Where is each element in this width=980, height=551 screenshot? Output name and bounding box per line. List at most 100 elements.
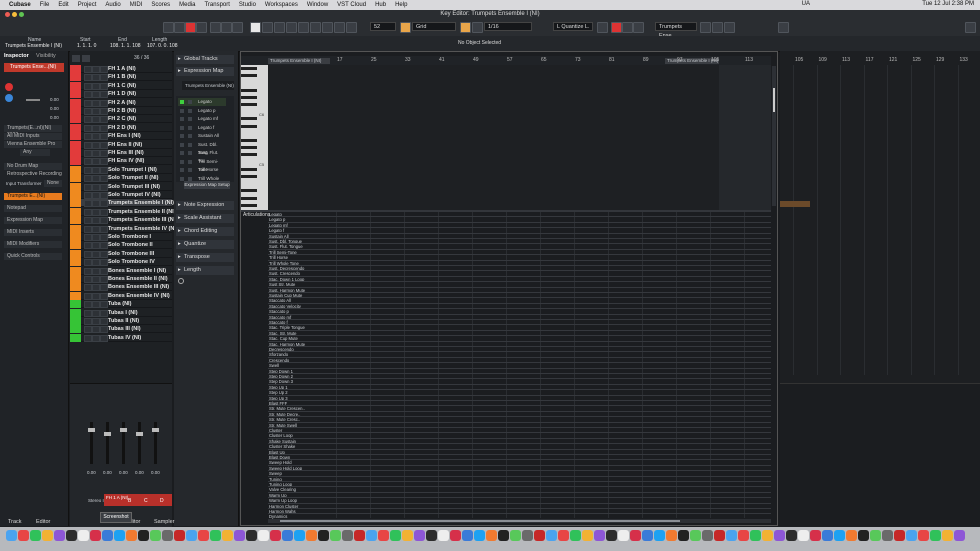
track-row[interactable]: Tubas IV (NI) bbox=[70, 333, 172, 342]
solo-button[interactable] bbox=[92, 192, 100, 199]
dock-app-icon[interactable] bbox=[210, 530, 221, 541]
read-automation-button[interactable] bbox=[100, 318, 108, 325]
articulation-lanes[interactable]: Legato Legato p Legato mf Legato f Sustain A… bbox=[268, 212, 771, 520]
track-row[interactable]: FH 2 D (NI) bbox=[70, 123, 172, 132]
dock-app-icon[interactable] bbox=[894, 530, 905, 541]
dock-app-icon[interactable] bbox=[630, 530, 641, 541]
black-key[interactable] bbox=[241, 196, 257, 200]
dock-app-icon[interactable] bbox=[510, 530, 521, 541]
dock-app-icon[interactable] bbox=[834, 530, 845, 541]
mute-button[interactable] bbox=[84, 250, 92, 258]
mute-button[interactable] bbox=[84, 150, 92, 157]
mute-button[interactable] bbox=[84, 284, 92, 292]
track-row[interactable]: Tubas III (NI) bbox=[70, 325, 172, 334]
dock-app-icon[interactable] bbox=[534, 530, 545, 541]
channel-select[interactable]: Any bbox=[20, 149, 50, 156]
inspector-section-midi-inserts[interactable]: MIDI Inserts bbox=[4, 229, 62, 236]
piano-keyboard[interactable] bbox=[241, 65, 268, 210]
dock-app-icon[interactable] bbox=[846, 530, 857, 541]
input-routing[interactable]: All MIDI Inputs bbox=[4, 133, 62, 140]
articulation-solo-icon[interactable] bbox=[188, 176, 192, 181]
glue-tool[interactable] bbox=[310, 22, 321, 33]
dock-app-icon[interactable] bbox=[930, 530, 941, 541]
mute-button[interactable] bbox=[84, 225, 92, 233]
solo-button[interactable] bbox=[92, 150, 100, 157]
track-row[interactable]: Trumpets Ensemble IV (NI) bbox=[70, 224, 178, 233]
dock-app-icon[interactable] bbox=[114, 530, 125, 541]
track-row[interactable]: FH 1 A (NI) bbox=[70, 65, 172, 73]
tab-sampler[interactable]: Sampler bbox=[154, 518, 174, 526]
read-automation-button[interactable] bbox=[100, 166, 108, 174]
solo-button[interactable] bbox=[92, 166, 100, 174]
articulation-item[interactable]: Trill Semi-Tone bbox=[178, 158, 226, 172]
dock-app-icon[interactable] bbox=[450, 530, 461, 541]
rewind-button[interactable] bbox=[174, 22, 185, 33]
solo-button[interactable] bbox=[92, 208, 100, 216]
dock-app-icon[interactable] bbox=[282, 530, 293, 541]
expression-map-select[interactable]: Trumpets Ensemble (NI) bbox=[182, 81, 234, 90]
track-select[interactable]: Trumpets Ense.. bbox=[655, 22, 697, 39]
dock-app-icon[interactable] bbox=[798, 530, 809, 541]
read-automation-button[interactable] bbox=[100, 91, 108, 99]
fader-cap[interactable] bbox=[120, 428, 127, 432]
mute-button[interactable] bbox=[84, 116, 92, 124]
solo-button[interactable] bbox=[92, 91, 100, 99]
grid-type-select[interactable]: Grid bbox=[412, 22, 456, 31]
track-row[interactable]: Solo Trombone I bbox=[70, 233, 172, 241]
track-row[interactable]: FH 2 A (NI) bbox=[70, 98, 172, 107]
dock-app-icon[interactable] bbox=[30, 530, 41, 541]
articulation-item[interactable]: Trill Horse bbox=[178, 166, 226, 174]
quantize-preset-icon[interactable] bbox=[472, 22, 483, 33]
dock-app-icon[interactable] bbox=[858, 530, 869, 541]
trim-tool[interactable] bbox=[286, 22, 297, 33]
solo-button[interactable] bbox=[92, 250, 100, 258]
read-automation-button[interactable] bbox=[100, 208, 108, 216]
read-automation-button[interactable] bbox=[100, 183, 108, 191]
track-row[interactable]: FH 2 B (NI) bbox=[70, 107, 172, 115]
read-automation-button[interactable] bbox=[100, 74, 108, 82]
dock-app-icon[interactable] bbox=[810, 530, 821, 541]
articulation-active-icon[interactable] bbox=[180, 100, 184, 104]
solo-button[interactable] bbox=[92, 309, 100, 317]
track-row[interactable]: FH Ens I (NI) bbox=[70, 132, 172, 141]
solo-button[interactable] bbox=[92, 158, 100, 166]
fader-cap[interactable] bbox=[152, 428, 159, 432]
solo-button[interactable] bbox=[92, 318, 100, 325]
read-automation-button[interactable] bbox=[100, 250, 108, 258]
dock-app-icon[interactable] bbox=[954, 530, 965, 541]
section-quantize[interactable]: Quantize bbox=[176, 240, 234, 249]
read-automation-button[interactable] bbox=[100, 108, 108, 115]
mute-button[interactable] bbox=[84, 267, 92, 275]
solo-button[interactable] bbox=[92, 234, 100, 241]
close-window-icon[interactable] bbox=[5, 12, 10, 17]
dock-app-icon[interactable] bbox=[750, 530, 761, 541]
section-global-tracks[interactable]: Global Tracks bbox=[176, 55, 234, 64]
articulation-solo-icon[interactable] bbox=[188, 108, 192, 113]
vertical-scroll-thumb[interactable] bbox=[773, 88, 775, 112]
read-automation-button[interactable] bbox=[100, 150, 108, 157]
mute-button[interactable] bbox=[84, 326, 92, 334]
dock-app-icon[interactable] bbox=[714, 530, 725, 541]
mute-button[interactable] bbox=[84, 141, 92, 149]
track-row[interactable]: FH Ens III (NI) bbox=[70, 149, 172, 157]
articulation-solo-icon[interactable] bbox=[188, 159, 192, 164]
split-tool[interactable] bbox=[298, 22, 309, 33]
read-automation-button[interactable] bbox=[100, 334, 108, 342]
solo-button[interactable] bbox=[92, 74, 100, 82]
read-automation-button[interactable] bbox=[100, 234, 108, 241]
articulation-item[interactable]: Sust. Dbl. Tong bbox=[178, 141, 226, 155]
quantize-button[interactable] bbox=[597, 22, 608, 33]
vertical-scrollbar[interactable] bbox=[772, 66, 776, 206]
articulation-item[interactable]: Legato bbox=[178, 98, 226, 106]
track-row[interactable]: FH 2 C (NI) bbox=[70, 115, 172, 124]
dock-app-icon[interactable] bbox=[258, 530, 269, 541]
articulation-item[interactable]: Sustain All bbox=[178, 132, 226, 140]
settings-gear-icon[interactable] bbox=[178, 278, 184, 284]
dock-app-icon[interactable] bbox=[942, 530, 953, 541]
track-row[interactable]: Solo Trombone IV bbox=[70, 258, 172, 267]
inspector-section-expression-map[interactable]: Expression Map bbox=[4, 217, 62, 224]
solo-button[interactable] bbox=[92, 267, 100, 275]
zoom-tool[interactable] bbox=[322, 22, 333, 33]
section-chord-editing[interactable]: Chord Editing bbox=[176, 227, 234, 236]
toolbar-settings-icon[interactable] bbox=[965, 22, 976, 33]
